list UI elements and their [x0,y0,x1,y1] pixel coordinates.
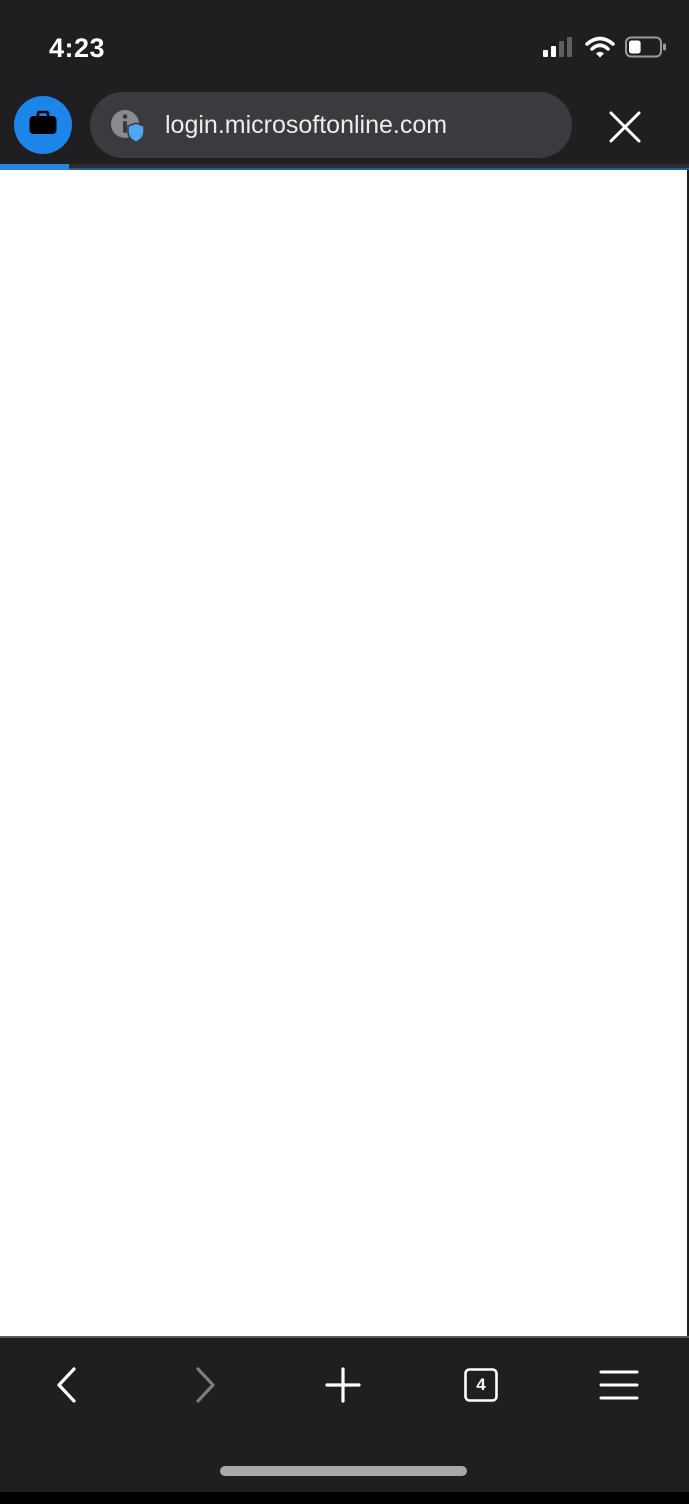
new-tab-button[interactable] [313,1360,373,1410]
close-icon [609,111,641,143]
back-button[interactable] [36,1360,96,1410]
wifi-icon [585,36,615,63]
tabs-icon: 4 [464,1368,498,1402]
bottom-toolbar: 4 [0,1338,689,1492]
back-icon [57,1367,76,1403]
forward-button[interactable] [176,1360,236,1410]
status-time: 4:23 [49,33,106,63]
menu-icon [599,1370,639,1400]
tabs-button[interactable]: 4 [451,1360,511,1410]
screen-bottom-edge [0,1492,689,1504]
battery-icon [625,36,667,63]
new-tab-icon [325,1367,361,1403]
status-bar: 4:23 [0,0,689,90]
tab-count: 4 [476,1375,486,1394]
close-button[interactable] [606,108,644,146]
info-shield-icon[interactable] [110,109,146,143]
address-bar[interactable]: login.microsoftonline.com [90,92,572,158]
cellular-signal-icon [543,36,575,62]
url-text: login.microsoftonline.com [165,111,448,139]
menu-button[interactable] [589,1360,649,1410]
forward-icon [196,1367,215,1403]
web-content[interactable] [0,170,687,1336]
status-icons [543,36,667,62]
home-indicator[interactable] [220,1466,467,1476]
briefcase-icon [28,110,58,141]
browser-toolbar: login.microsoftonline.com [0,90,689,164]
work-profile-button[interactable] [14,96,72,154]
